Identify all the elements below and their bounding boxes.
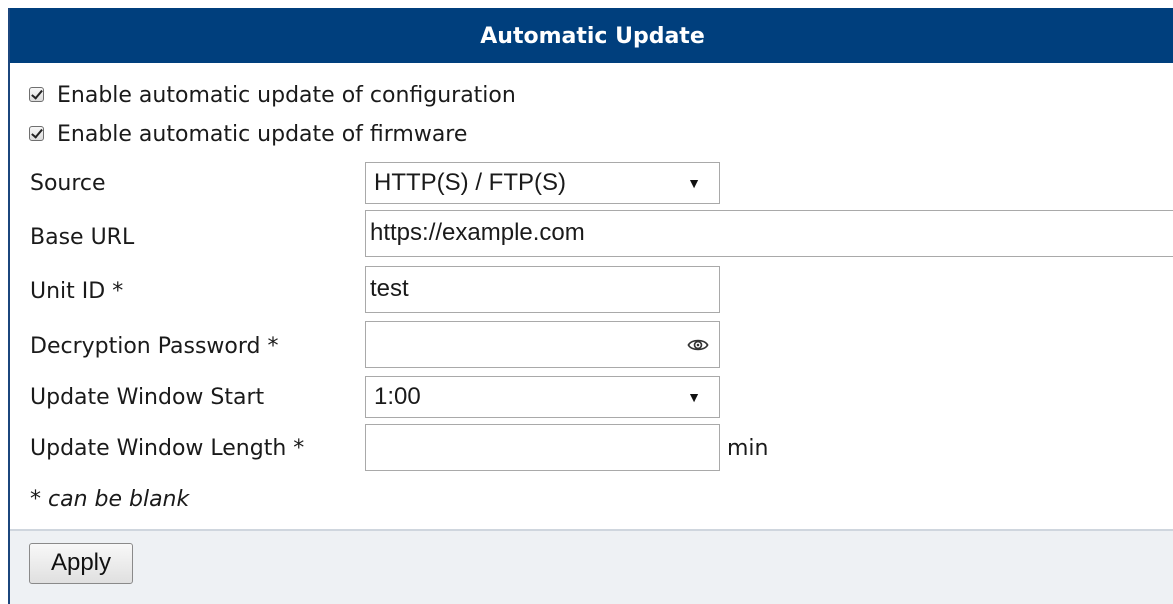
chevron-down-icon: ▼ bbox=[687, 175, 701, 191]
source-label: Source bbox=[30, 171, 106, 196]
window-length-input[interactable] bbox=[365, 424, 720, 471]
window-start-label: Update Window Start bbox=[30, 385, 265, 410]
source-select[interactable]: HTTP(S) / FTP(S) ▼ bbox=[365, 162, 720, 204]
checkbox-row-firmware[interactable]: Enable automatic update of firmware bbox=[10, 117, 1173, 153]
window-start-select[interactable]: 1:00 ▼ bbox=[365, 376, 720, 418]
source-select-value: HTTP(S) / FTP(S) bbox=[374, 169, 566, 196]
window-length-label: Update Window Length * bbox=[30, 436, 305, 461]
footer-bar bbox=[10, 531, 1173, 604]
firmware-update-checkbox[interactable] bbox=[29, 126, 44, 141]
decryption-password-input[interactable] bbox=[365, 321, 720, 368]
base-url-input[interactable]: https://example.com bbox=[365, 210, 1173, 257]
window-start-value: 1:00 bbox=[374, 383, 421, 410]
window-length-unit: min bbox=[727, 436, 769, 461]
eye-icon[interactable] bbox=[687, 334, 709, 356]
panel-title: Automatic Update bbox=[480, 24, 705, 49]
decryption-password-label: Decryption Password * bbox=[30, 334, 279, 359]
panel-header: Automatic Update bbox=[10, 8, 1173, 63]
apply-button[interactable]: Apply bbox=[29, 543, 133, 584]
chevron-down-icon: ▼ bbox=[687, 389, 701, 405]
firmware-update-label: Enable automatic update of firmware bbox=[57, 122, 468, 147]
config-update-checkbox[interactable] bbox=[29, 87, 44, 102]
unit-id-value: test bbox=[370, 275, 409, 302]
unit-id-label: Unit ID * bbox=[30, 279, 124, 304]
checkbox-row-config[interactable]: Enable automatic update of configuration bbox=[10, 78, 1173, 114]
base-url-label: Base URL bbox=[30, 225, 135, 250]
base-url-value: https://example.com bbox=[370, 219, 585, 246]
blank-note: * can be blank bbox=[30, 487, 190, 512]
config-update-label: Enable automatic update of configuration bbox=[57, 83, 516, 108]
unit-id-input[interactable]: test bbox=[365, 266, 720, 313]
automatic-update-panel: Automatic Update Enable automatic update… bbox=[8, 8, 1173, 604]
